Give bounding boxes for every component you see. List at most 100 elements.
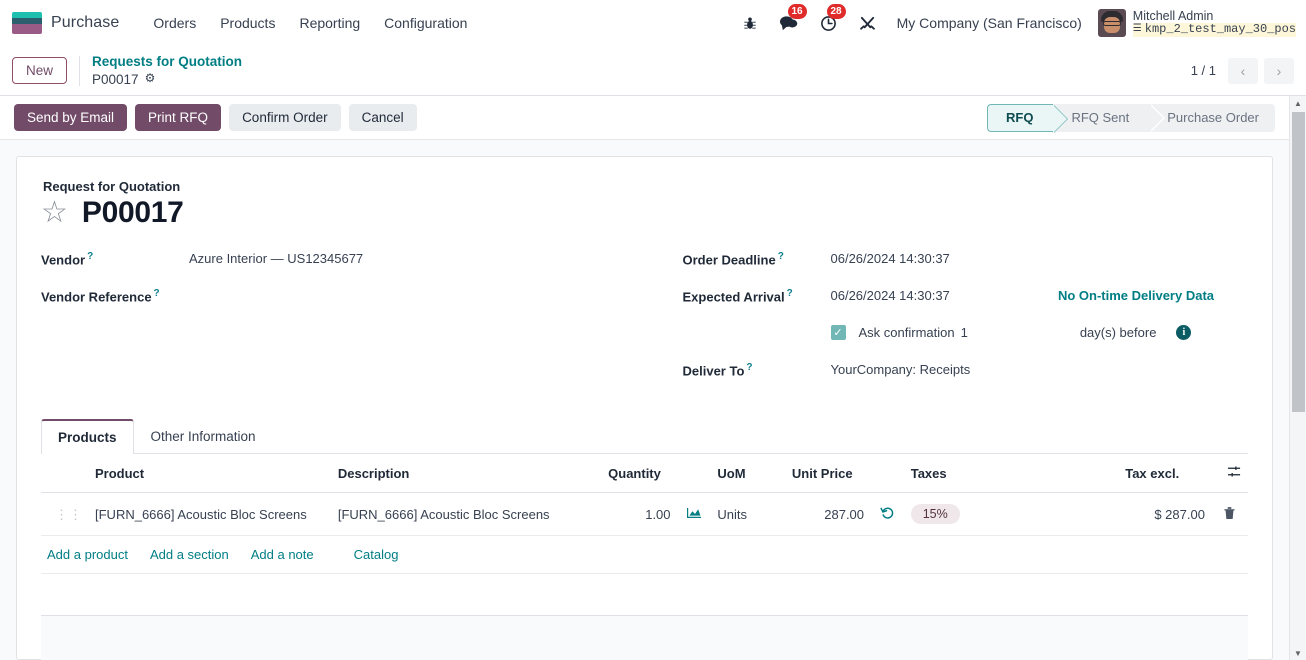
cell-uom[interactable]: Units xyxy=(711,492,786,536)
cell-forecast-icon[interactable] xyxy=(676,492,712,536)
column-options xyxy=(1210,454,1248,493)
menu-orders[interactable]: Orders xyxy=(141,9,208,37)
cell-description[interactable]: [FURN_6666] Acoustic Bloc Screens xyxy=(331,492,603,536)
bug-icon[interactable] xyxy=(732,6,768,40)
odoo-purchase-rfq-page: Purchase Orders Products Reporting Confi… xyxy=(0,0,1306,660)
drag-handle-icon[interactable]: ⋮⋮ xyxy=(55,508,83,521)
checkmark-icon[interactable]: ✓ xyxy=(830,325,846,340)
cancel-button[interactable]: Cancel xyxy=(348,104,417,131)
breadcrumb-divider xyxy=(79,55,81,86)
triangle-up-icon[interactable]: ▲ xyxy=(1290,96,1306,110)
help-icon[interactable]: ? xyxy=(746,362,752,373)
scrollbar-thumb[interactable] xyxy=(1292,112,1305,412)
column-unit-price[interactable]: Unit Price xyxy=(785,454,871,493)
new-button[interactable]: New xyxy=(12,57,68,84)
form-column-right: Order Deadline? 06/26/2024 14:30:37 Expe… xyxy=(645,248,1249,396)
table-header: Product Description Quantity UoM Unit Pr… xyxy=(41,454,1248,493)
pager-previous-button[interactable]: ‹ xyxy=(1228,57,1258,84)
app-name[interactable]: Purchase xyxy=(51,14,119,32)
field-vendor-label: Vendor? xyxy=(41,251,94,268)
trash-icon[interactable] xyxy=(1223,506,1236,523)
reminder-row: ✓ Ask confirmation 1 day(s) before i xyxy=(683,322,1249,359)
add-a-note-link[interactable]: Add a note xyxy=(251,547,336,562)
cell-unit-price[interactable]: 287.00 xyxy=(785,492,871,536)
field-vendor-value[interactable]: Azure Interior — US12345677 xyxy=(189,248,363,266)
send-by-email-button[interactable]: Send by Email xyxy=(14,104,128,131)
column-uom[interactable]: UoM xyxy=(711,454,786,493)
user-menu[interactable]: Mitchell Admin ☰ kmp_2_test_may_30_pos xyxy=(1092,9,1296,38)
field-deliver-to-value[interactable]: YourCompany: Receipts xyxy=(831,359,971,377)
cell-quantity[interactable]: 1.00 xyxy=(602,492,677,536)
status-step-purchase-order[interactable]: Purchase Order xyxy=(1149,103,1275,132)
top-navbar: Purchase Orders Products Reporting Confi… xyxy=(0,0,1306,46)
cell-price-history-icon[interactable] xyxy=(870,492,905,536)
row-drag-handle[interactable]: ⋮⋮ xyxy=(41,492,89,536)
menu-products[interactable]: Products xyxy=(208,9,287,37)
column-description[interactable]: Description xyxy=(331,454,603,493)
column-quantity[interactable]: Quantity xyxy=(602,454,677,493)
wrench-icon[interactable] xyxy=(848,6,887,40)
catalog-link[interactable]: Catalog xyxy=(336,547,421,562)
field-deliver-to-label: Deliver To? xyxy=(682,362,753,379)
clock-icon[interactable]: 28 xyxy=(809,4,848,40)
reminder-spacer xyxy=(683,322,831,325)
table-body: ⋮⋮ [FURN_6666] Acoustic Bloc Screens [FU… xyxy=(41,492,1248,574)
navbar-right-group: 16 28 My Company (San Francisco) Mitchel… xyxy=(732,4,1296,40)
notebook: Products Other Information Product Descr… xyxy=(41,418,1248,660)
pager-count: 1 / 1 xyxy=(1190,63,1216,78)
field-vendor: Vendor? Azure Interior — US12345677 xyxy=(41,248,645,285)
record-title-row: ☆ P00017 xyxy=(41,196,1248,230)
tax-badge[interactable]: 15% xyxy=(910,504,960,524)
column-tax-excl[interactable]: Tax excl. xyxy=(1119,454,1211,493)
sliders-icon[interactable] xyxy=(1217,466,1242,481)
help-icon[interactable]: ? xyxy=(154,288,160,299)
on-time-delivery-status: No On-time Delivery Data xyxy=(1057,288,1214,303)
ask-confirmation-label: Ask confirmation xyxy=(858,325,955,340)
cell-delete[interactable] xyxy=(1210,492,1248,536)
sheet-footer-area xyxy=(41,616,1248,660)
table-row[interactable]: ⋮⋮ [FURN_6666] Acoustic Bloc Screens [FU… xyxy=(41,492,1248,536)
add-a-product-link[interactable]: Add a product xyxy=(47,547,150,562)
document-type-label: Request for Quotation xyxy=(43,179,181,194)
content-area: Send by Email Print RFQ Confirm Order Ca… xyxy=(0,96,1306,660)
print-rfq-button[interactable]: Print RFQ xyxy=(135,104,222,131)
reminder-days-input[interactable]: 1 xyxy=(961,325,968,340)
triangle-down-icon[interactable]: ▼ xyxy=(1290,646,1306,660)
field-expected-arrival-value[interactable]: 06/26/2024 14:30:37 xyxy=(831,285,950,303)
form-view: Send by Email Print RFQ Confirm Order Ca… xyxy=(0,96,1289,660)
column-product[interactable]: Product xyxy=(89,454,332,493)
chat-icon[interactable]: 16 xyxy=(768,4,809,40)
notebook-tabs: Products Other Information xyxy=(41,418,1248,454)
breadcrumb-parent-link[interactable]: Requests for Quotation xyxy=(92,53,242,70)
cell-product[interactable]: [FURN_6666] Acoustic Bloc Screens xyxy=(89,492,332,536)
cell-taxes[interactable]: 15% xyxy=(904,492,1120,536)
field-vendor-reference: Vendor Reference? xyxy=(41,285,645,322)
company-switcher[interactable]: My Company (San Francisco) xyxy=(887,15,1092,31)
menu-reporting[interactable]: Reporting xyxy=(287,9,372,37)
status-step-rfq[interactable]: RFQ xyxy=(986,103,1069,133)
confirm-order-button[interactable]: Confirm Order xyxy=(229,104,341,131)
history-icon[interactable] xyxy=(880,507,895,523)
column-taxes[interactable]: Taxes xyxy=(904,454,1120,493)
add-line-cell: Add a product Add a section Add a note C… xyxy=(41,535,1248,574)
info-icon[interactable]: i xyxy=(1176,325,1192,340)
help-icon[interactable]: ? xyxy=(778,251,784,262)
tab-products[interactable]: Products xyxy=(41,419,134,454)
tab-other-information[interactable]: Other Information xyxy=(134,419,273,454)
vertical-scrollbar[interactable]: ▲ ▼ xyxy=(1289,96,1306,660)
odoo-logo-icon[interactable] xyxy=(12,12,42,34)
add-a-section-link[interactable]: Add a section xyxy=(150,547,251,562)
field-order-deadline-value[interactable]: 06/26/2024 14:30:37 xyxy=(831,248,950,266)
sheet-background: Request for Quotation ☆ P00017 Vendor? A… xyxy=(0,140,1289,660)
action-buttons-bar: Send by Email Print RFQ Confirm Order Ca… xyxy=(0,96,1289,140)
pager-next-button[interactable]: › xyxy=(1264,57,1294,84)
help-icon[interactable]: ? xyxy=(87,251,93,262)
star-outline-icon[interactable]: ☆ xyxy=(41,198,68,228)
menu-configuration[interactable]: Configuration xyxy=(372,9,479,37)
forecast-chart-icon[interactable] xyxy=(686,506,702,522)
breadcrumb-bar: New Requests for Quotation P00017 ⚙ 1 / … xyxy=(0,46,1306,96)
gear-icon[interactable]: ⚙ xyxy=(145,71,156,86)
help-icon[interactable]: ? xyxy=(787,288,793,299)
form-column-left: Vendor? Azure Interior — US12345677 Vend… xyxy=(41,248,645,396)
messages-counter-badge: 16 xyxy=(787,4,807,19)
